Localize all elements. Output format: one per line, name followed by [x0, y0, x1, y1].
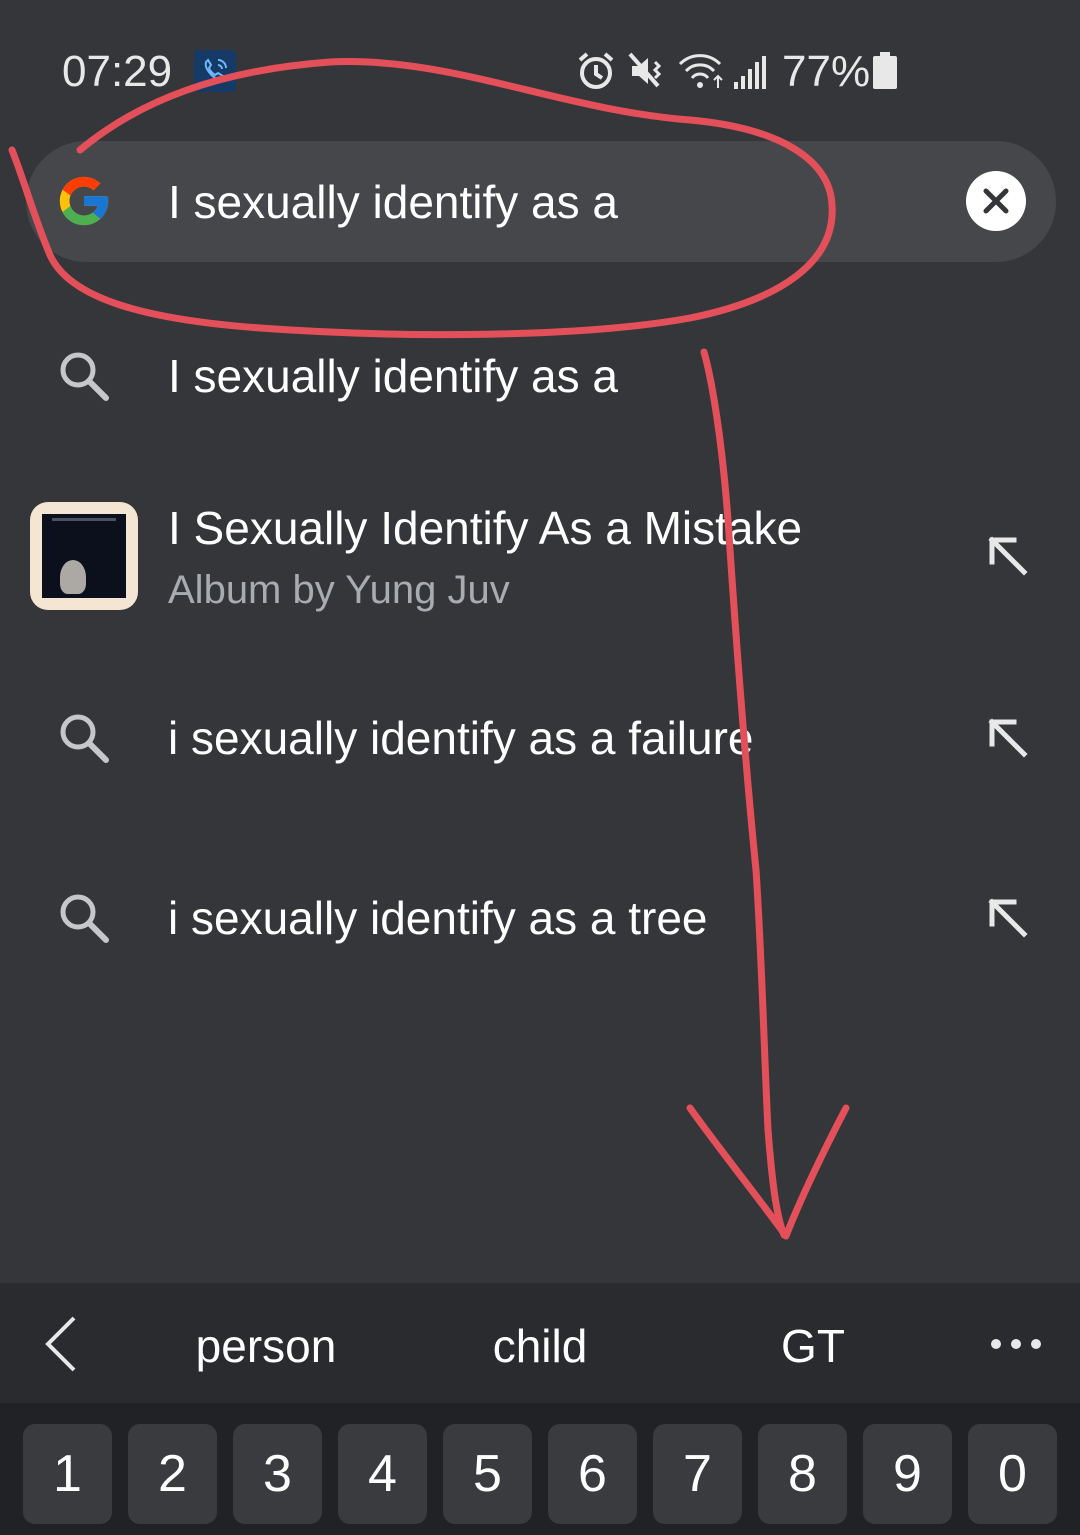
- more-options-icon[interactable]: [988, 1330, 1044, 1358]
- key-1[interactable]: 1: [23, 1424, 112, 1524]
- mute-icon: [628, 52, 662, 88]
- key-4[interactable]: 4: [338, 1424, 427, 1524]
- key-3[interactable]: 3: [233, 1424, 322, 1524]
- alarm-icon: [578, 52, 614, 89]
- key-8[interactable]: 8: [758, 1424, 847, 1524]
- chevron-left-icon[interactable]: [38, 1314, 86, 1374]
- keyboard-suggestion[interactable]: child: [400, 1316, 680, 1376]
- search-input[interactable]: I sexually identify as a: [168, 172, 618, 232]
- battery-percentage: 77%: [782, 47, 871, 96]
- annotation-arrow-head: [686, 1104, 850, 1240]
- key-9[interactable]: 9: [863, 1424, 952, 1524]
- key-6[interactable]: 6: [548, 1424, 637, 1524]
- key-2[interactable]: 2: [128, 1424, 217, 1524]
- status-time: 07:29: [62, 47, 173, 96]
- search-icon: [60, 714, 109, 763]
- google-g-icon: [59, 176, 109, 226]
- search-icon: [60, 894, 109, 943]
- search-icon: [60, 352, 109, 401]
- suggestion-text: I sexually identify as a: [168, 350, 619, 402]
- album-subtitle: Album by Yung Juv: [168, 568, 510, 612]
- album-title: I Sexually Identify As a Mistake: [168, 502, 803, 554]
- key-0[interactable]: 0: [968, 1424, 1057, 1524]
- clear-search-button[interactable]: [966, 171, 1026, 231]
- battery-icon: [873, 52, 897, 89]
- key-5[interactable]: 5: [443, 1424, 532, 1524]
- keyboard-suggestion[interactable]: GT: [673, 1316, 953, 1376]
- key-7[interactable]: 7: [653, 1424, 742, 1524]
- fill-query-arrow-icon[interactable]: [984, 532, 1032, 580]
- call-icon: [194, 50, 236, 92]
- close-icon: [983, 188, 1009, 214]
- album-thumbnail: [30, 502, 138, 610]
- keyboard-suggestion[interactable]: person: [126, 1316, 406, 1376]
- wifi-icon: [678, 54, 723, 88]
- suggestion-text: i sexually identify as a tree: [168, 892, 708, 944]
- fill-query-arrow-icon[interactable]: [984, 894, 1032, 942]
- fill-query-arrow-icon[interactable]: [984, 714, 1032, 762]
- signal-icon: [734, 56, 766, 89]
- suggestion-text: i sexually identify as a failure: [168, 712, 754, 764]
